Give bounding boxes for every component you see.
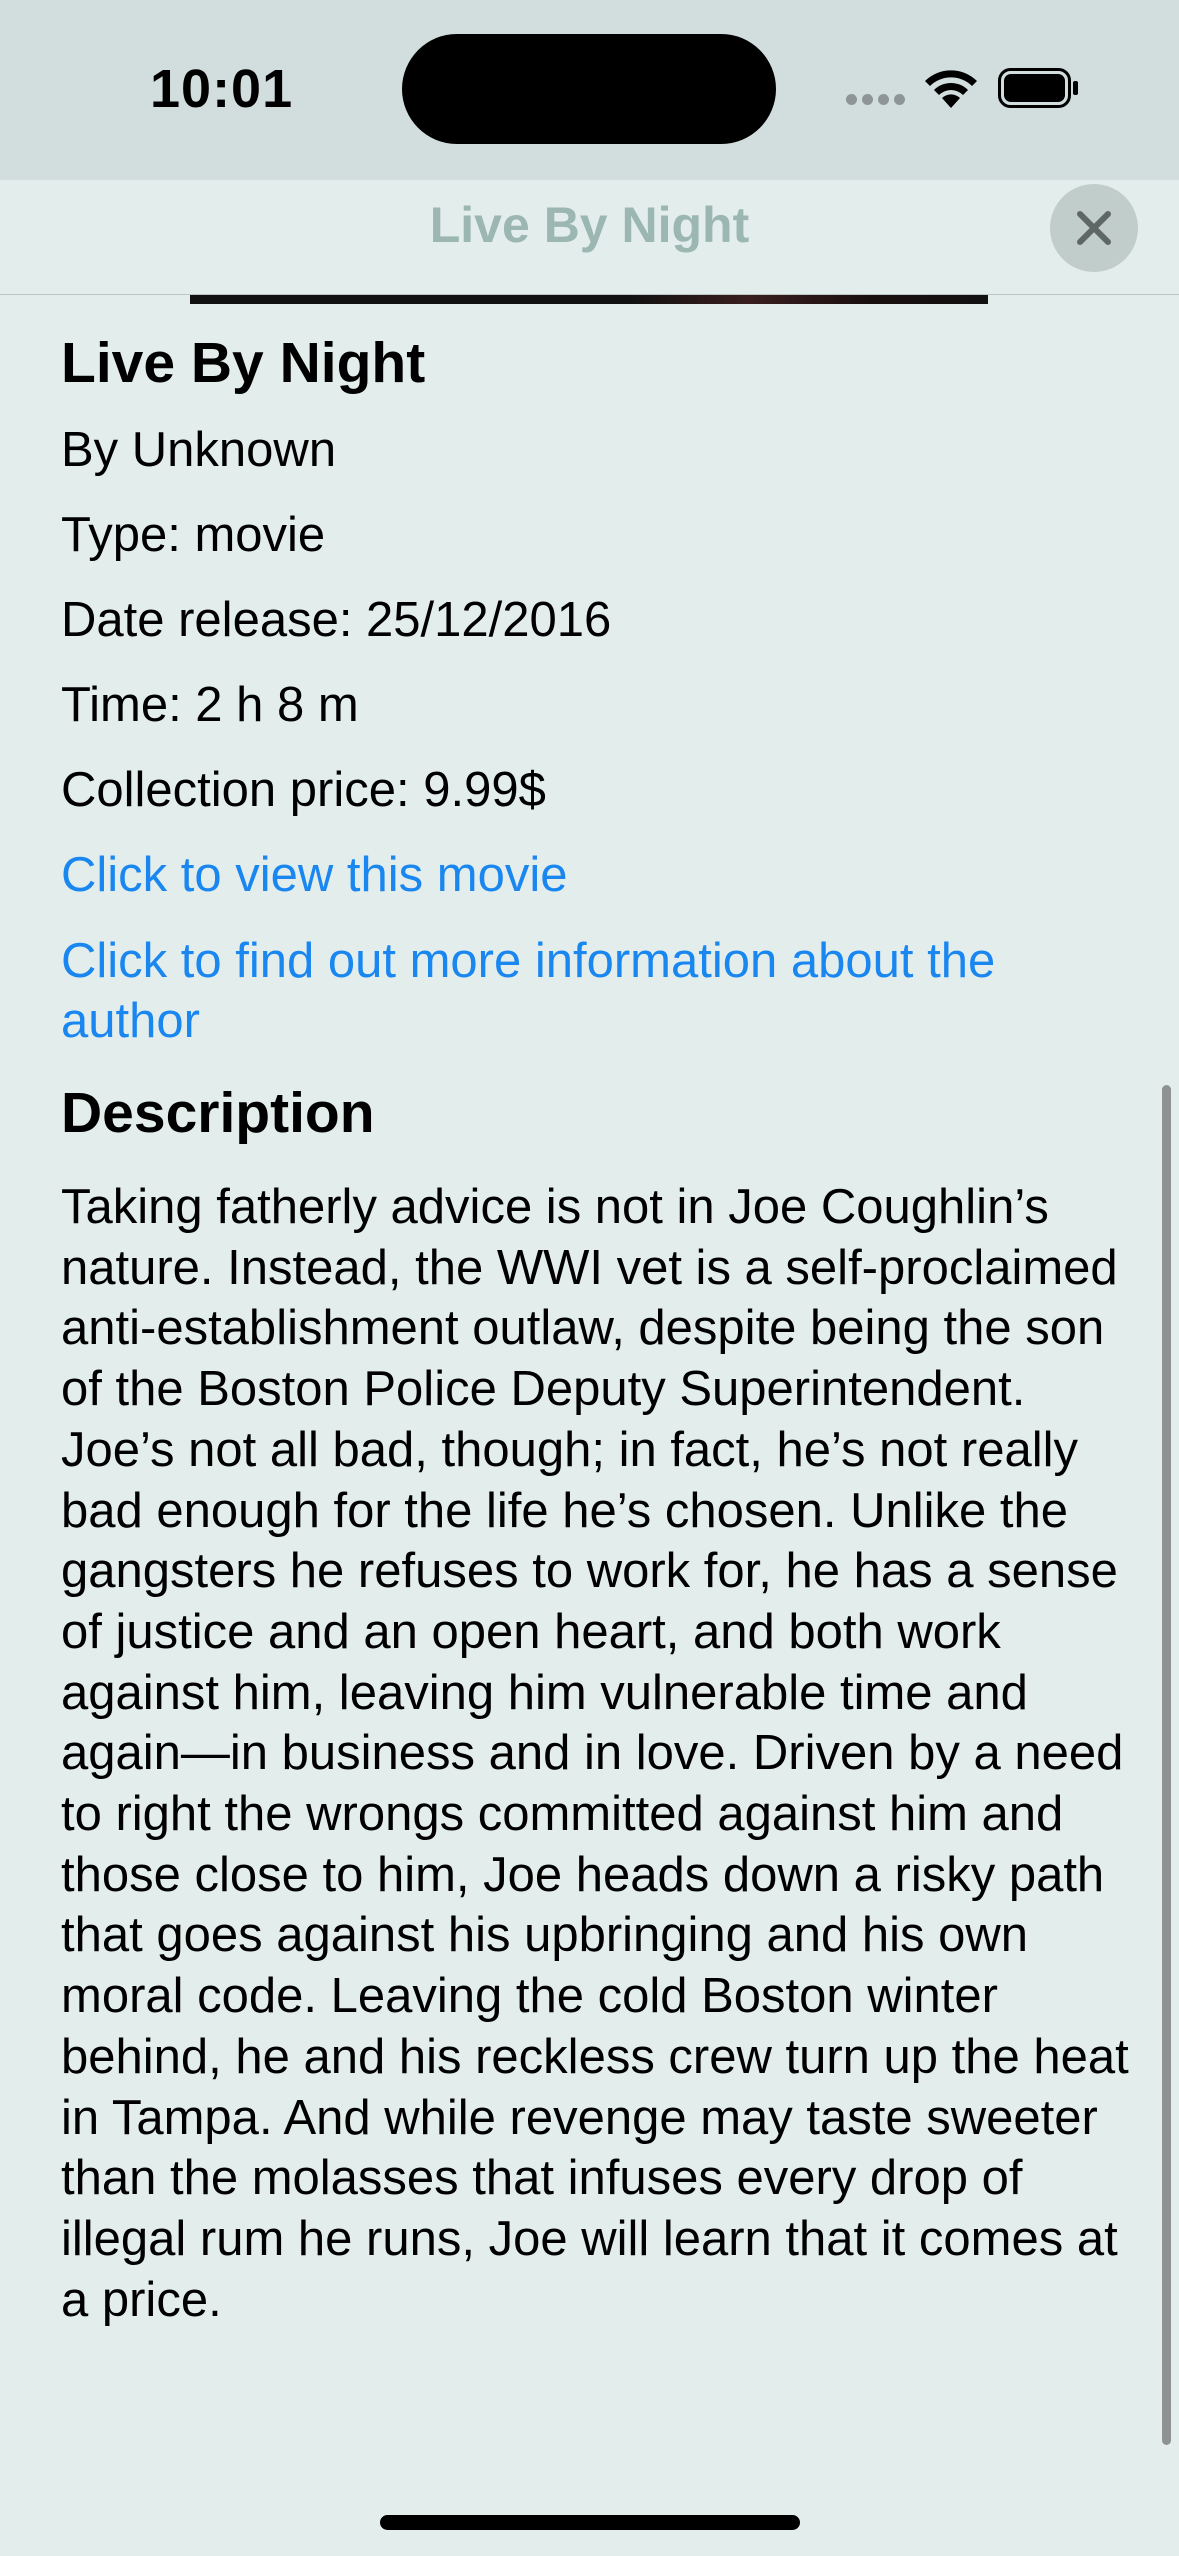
nav-title: Live By Night	[429, 197, 750, 253]
release-date-line: Date release: 25/12/2016	[61, 593, 612, 647]
home-indicator[interactable]	[380, 2515, 800, 2530]
detail-scroll-view[interactable]: Live By Night By Unknown Type: movie Dat…	[0, 295, 1179, 2556]
wifi-icon	[925, 70, 977, 108]
status-bar: 10:01 Live By Night	[0, 0, 1179, 272]
price-line: Collection price: 9.99$	[61, 763, 546, 817]
type-line: Type: movie	[61, 508, 326, 562]
dynamic-island	[402, 34, 776, 144]
poster-image	[190, 295, 988, 304]
scroll-indicator[interactable]	[1162, 1085, 1171, 2445]
status-time: 10:01	[150, 59, 294, 119]
cellular-signal-icon	[846, 94, 906, 106]
author-info-link[interactable]: Click to find out more information about…	[61, 931, 1001, 1051]
item-title: Live By Night	[61, 331, 426, 395]
duration-line: Time: 2 h 8 m	[61, 678, 359, 732]
close-icon	[1077, 211, 1111, 245]
battery-icon	[998, 68, 1078, 108]
description-text: Taking fatherly advice is not in Joe Cou…	[61, 1180, 1129, 2327]
author-line: By Unknown	[61, 423, 337, 477]
view-movie-link[interactable]: Click to view this movie	[61, 845, 567, 905]
description-heading: Description	[61, 1081, 375, 1145]
close-button[interactable]	[1050, 184, 1138, 272]
